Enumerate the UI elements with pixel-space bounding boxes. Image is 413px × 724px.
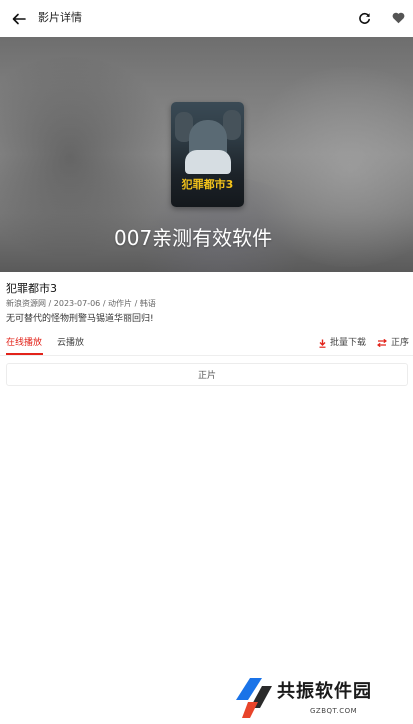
tabs-divider <box>0 355 413 356</box>
hero-banner: 犯罪都市3 007亲测有效软件 <box>0 37 413 272</box>
play-source-tabs: 在线播放 云播放 批量下载 正序 <box>0 333 413 355</box>
movie-description: 无可替代的怪物刑警马锡道华丽回归! <box>6 314 154 324</box>
sort-order-label: 正序 <box>391 338 410 348</box>
back-button[interactable] <box>8 8 30 30</box>
heart-icon <box>392 12 404 24</box>
logo-name: 共振软件园 <box>277 681 372 702</box>
movie-title: 犯罪都市3 <box>6 282 57 295</box>
poster-title: 犯罪都市3 <box>181 178 234 191</box>
movie-info: 犯罪都市3 新浪资源网 / 2023-07-06 / 动作片 / 韩语 无可替代… <box>6 281 406 326</box>
download-icon <box>319 339 326 348</box>
overlay-watermark-text: 007亲测有效软件 <box>114 226 273 250</box>
logo-site: GZBQT.COM <box>310 707 358 715</box>
movie-poster[interactable]: 犯罪都市3 <box>171 102 244 207</box>
movie-meta: 新浪资源网 / 2023-07-06 / 动作片 / 韩语 <box>6 299 156 308</box>
refresh-icon <box>358 12 370 24</box>
page-title: 影片详情 <box>38 11 82 24</box>
favorite-button[interactable] <box>388 8 408 28</box>
refresh-button[interactable] <box>354 8 374 28</box>
site-logo-watermark: 共振软件园 GZBQT.COM <box>236 676 396 720</box>
poster-credits <box>177 194 238 200</box>
logo-mark-icon <box>236 678 272 718</box>
batch-download-button[interactable]: 批量下载 <box>319 336 366 350</box>
tab-cloud-play[interactable]: 云播放 <box>57 336 84 350</box>
episode-item[interactable]: 正片 <box>6 363 408 386</box>
batch-download-label: 批量下载 <box>330 338 367 348</box>
swap-icon <box>377 339 387 347</box>
arrow-left-icon <box>12 13 26 25</box>
top-bar: 影片详情 <box>0 0 413 37</box>
tab-online-play[interactable]: 在线播放 <box>6 336 42 350</box>
sort-order-button[interactable]: 正序 <box>377 336 409 350</box>
